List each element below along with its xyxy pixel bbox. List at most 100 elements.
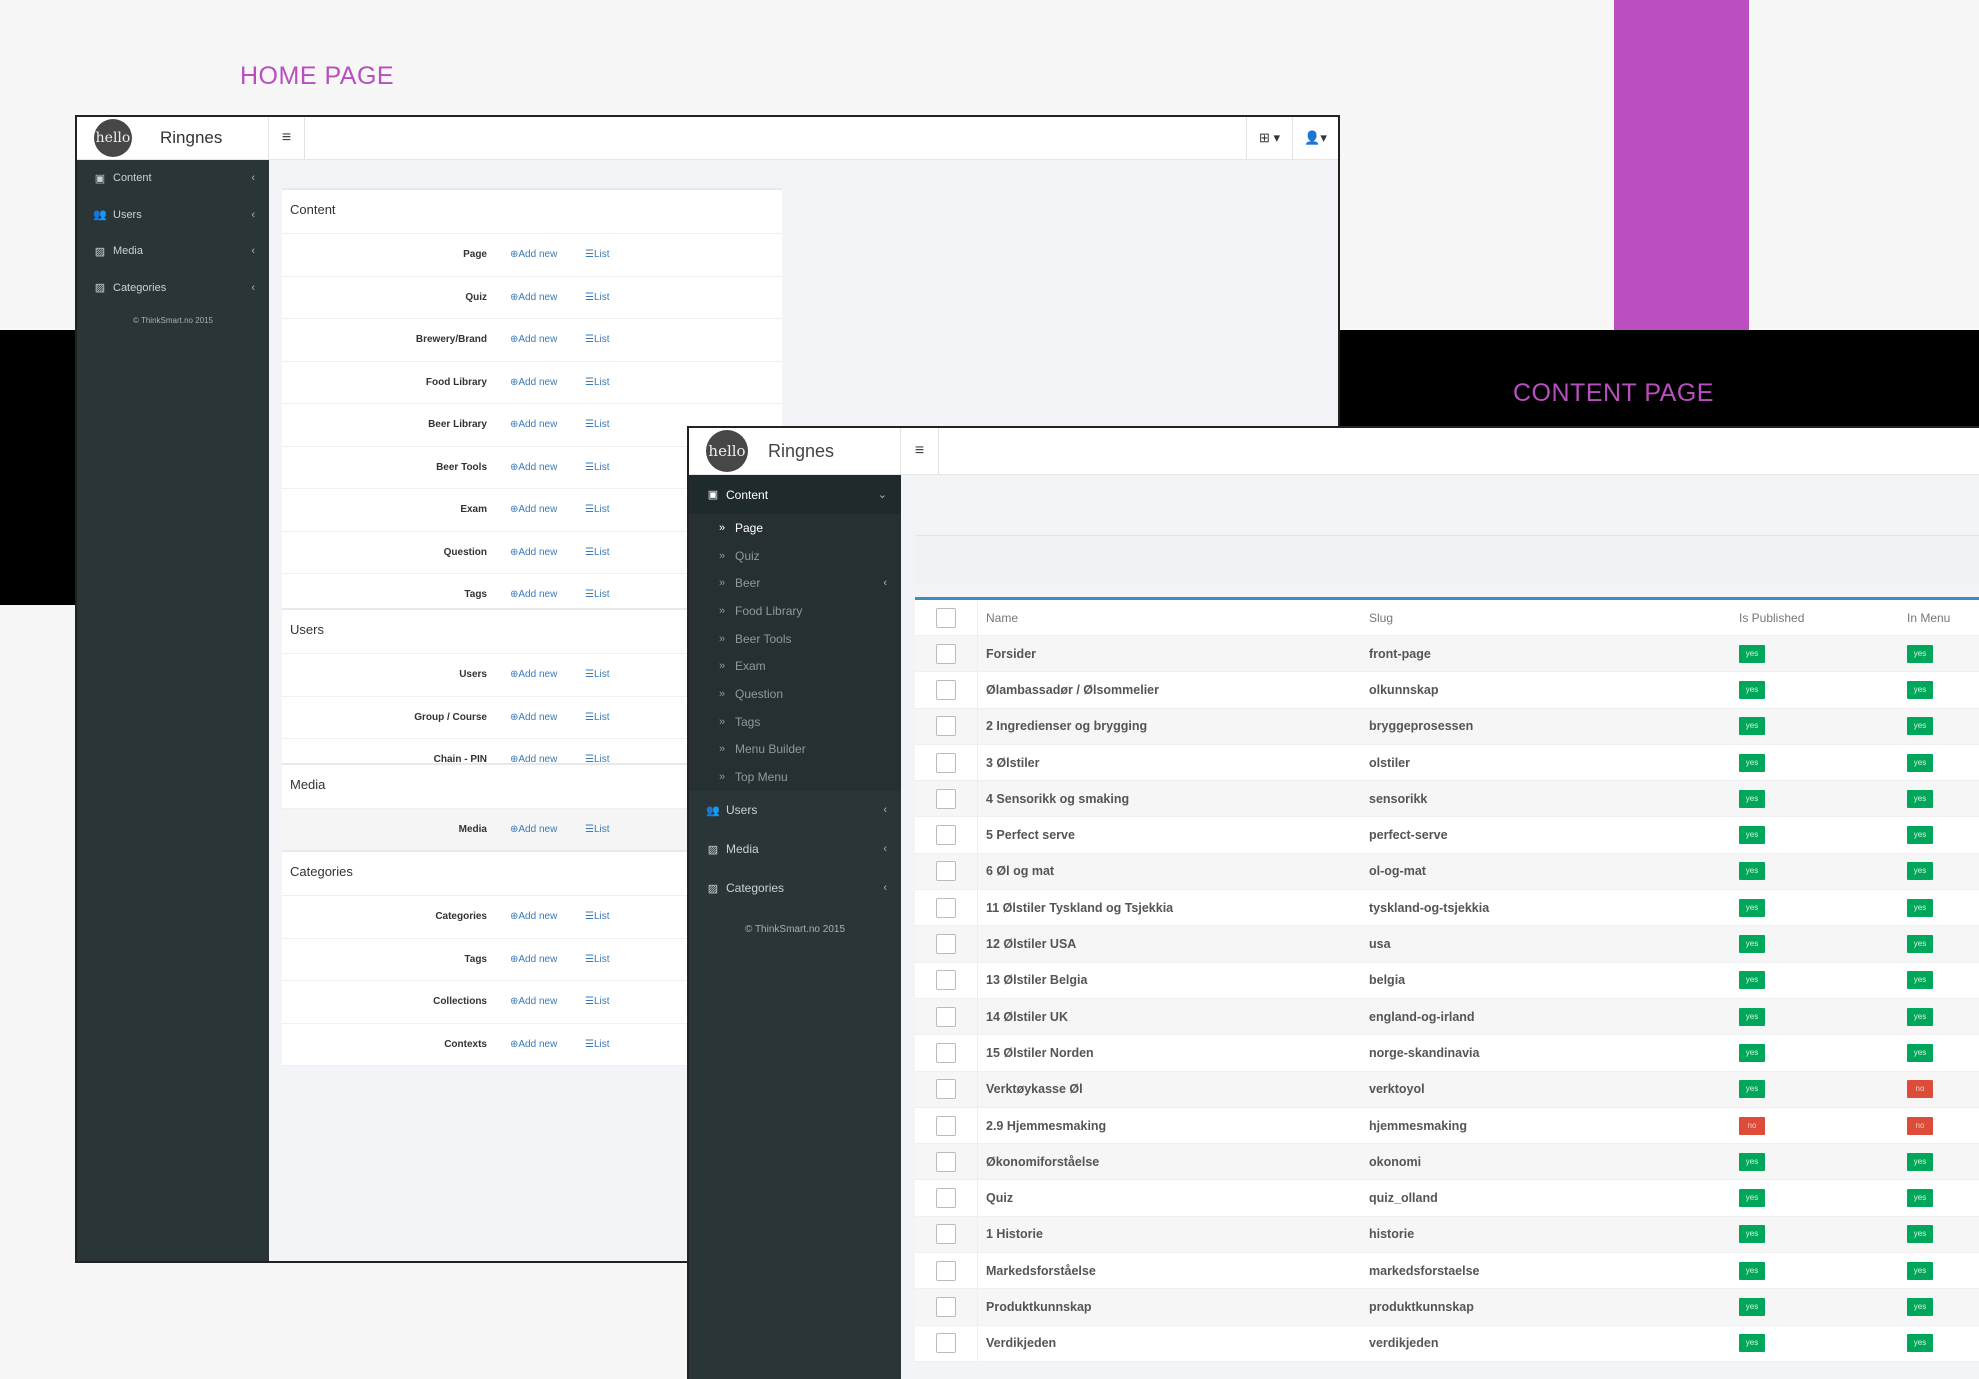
published-badge[interactable]: yes (1739, 898, 1765, 917)
page-name[interactable]: 4 Sensorikk og smaking (977, 781, 1361, 817)
page-name[interactable]: 5 Perfect serve (977, 817, 1361, 853)
in-menu-badge[interactable]: yes (1907, 717, 1933, 736)
table-row[interactable]: 13 Ølstiler Belgia belgia yes yes (915, 962, 1979, 999)
add-new-link[interactable]: ⊕Add new (510, 712, 585, 723)
published-badge[interactable]: yes (1739, 717, 1765, 736)
row-checkbox[interactable] (936, 1006, 956, 1027)
in-menu-badge[interactable]: yes (1907, 1334, 1933, 1353)
published-badge[interactable]: yes (1739, 826, 1765, 845)
published-badge[interactable]: yes (1739, 1334, 1765, 1353)
published-badge[interactable]: yes (1739, 1189, 1765, 1208)
published-badge[interactable]: no (1739, 1116, 1765, 1135)
published-badge[interactable]: yes (1739, 644, 1765, 663)
published-badge[interactable]: yes (1739, 1043, 1765, 1062)
published-badge[interactable]: yes (1739, 1297, 1765, 1316)
page-name[interactable]: 6 Øl og mat (977, 853, 1361, 890)
table-row[interactable]: 4 Sensorikk og smaking sensorikk yes yes (915, 781, 1979, 818)
table-row[interactable]: Økonomiforståelse okonomi yes yes (915, 1144, 1979, 1181)
list-link[interactable]: ☰List (585, 589, 610, 600)
list-link[interactable]: ☰List (585, 547, 610, 558)
list-link[interactable]: ☰List (585, 249, 610, 260)
row-checkbox[interactable] (936, 716, 956, 737)
in-menu-badge[interactable]: yes (1907, 1007, 1933, 1026)
sidebar-subitem-menu-builder[interactable]: » Menu Builder (689, 736, 901, 764)
list-link[interactable]: ☰List (585, 334, 610, 345)
table-row[interactable]: 2 Ingredienser og brygging bryggeprosesse… (915, 708, 1979, 745)
published-badge[interactable]: yes (1739, 1261, 1765, 1280)
in-menu-badge[interactable]: yes (1907, 1225, 1933, 1244)
in-menu-badge[interactable]: yes (1907, 1043, 1933, 1062)
sidebar-item-media[interactable]: ▨ Media ‹ (77, 233, 269, 270)
page-name[interactable]: 1 Historie (977, 1216, 1361, 1253)
sidebar-subitem-tags[interactable]: » Tags (689, 708, 901, 736)
page-name[interactable]: Markedsforståelse (977, 1253, 1361, 1289)
header-is-published[interactable]: Is Published (1731, 611, 1899, 625)
table-row[interactable]: 12 Ølstiler USA usa yes yes (915, 926, 1979, 963)
add-new-link[interactable]: ⊕Add new (510, 249, 585, 260)
table-row[interactable]: Quiz quiz_olland yes yes (915, 1180, 1979, 1217)
table-row[interactable]: Forsider front-page yes yes (915, 636, 1979, 673)
add-new-link[interactable]: ⊕Add new (510, 419, 585, 430)
select-all-checkbox[interactable] (936, 607, 956, 628)
page-name[interactable]: 2 Ingredienser og brygging (977, 708, 1361, 744)
published-badge[interactable]: yes (1739, 862, 1765, 881)
row-checkbox[interactable] (936, 970, 956, 991)
list-link[interactable]: ☰List (585, 462, 610, 473)
row-checkbox[interactable] (936, 1333, 956, 1354)
sidebar-item-users[interactable]: 👥 Users ‹ (689, 791, 901, 830)
in-menu-badge[interactable]: yes (1907, 680, 1933, 699)
add-new-link[interactable]: ⊕Add new (510, 589, 585, 600)
page-name[interactable]: Verktøykasse Øl (977, 1071, 1361, 1107)
add-new-link[interactable]: ⊕Add new (510, 334, 585, 345)
add-new-link[interactable]: ⊕Add new (510, 669, 585, 680)
row-checkbox[interactable] (936, 752, 956, 773)
published-badge[interactable]: yes (1739, 1152, 1765, 1171)
in-menu-badge[interactable]: yes (1907, 971, 1933, 990)
table-row[interactable]: 3 Ølstiler olstiler yes yes (915, 744, 1979, 782)
row-checkbox[interactable] (936, 1079, 956, 1100)
hamburger-icon[interactable]: ≡ (269, 117, 305, 159)
row-checkbox[interactable] (936, 679, 956, 700)
header-in-menu[interactable]: In Menu (1899, 611, 1979, 625)
row-checkbox[interactable] (936, 1151, 956, 1172)
in-menu-badge[interactable]: yes (1907, 862, 1933, 881)
in-menu-badge[interactable]: yes (1907, 1152, 1933, 1171)
list-link[interactable]: ☰List (585, 712, 610, 723)
page-name[interactable]: Ølambassadør / Ølsommelier (977, 672, 1361, 708)
table-row[interactable]: 1 Historie historie yes yes (915, 1216, 1979, 1254)
row-checkbox[interactable] (936, 643, 956, 664)
in-menu-badge[interactable]: yes (1907, 935, 1933, 954)
sidebar-subitem-quiz[interactable]: » Quiz (689, 542, 901, 570)
page-name[interactable]: 11 Ølstiler Tyskland og Tsjekkia (977, 890, 1361, 926)
in-menu-badge[interactable]: yes (1907, 1297, 1933, 1316)
add-new-link[interactable]: ⊕Add new (510, 954, 585, 965)
add-new-link[interactable]: ⊕Add new (510, 504, 585, 515)
row-checkbox[interactable] (936, 1260, 956, 1281)
header-name[interactable]: Name (977, 600, 1361, 635)
row-checkbox[interactable] (936, 1296, 956, 1317)
list-link[interactable]: ☰List (585, 292, 610, 303)
row-checkbox[interactable] (936, 1042, 956, 1063)
sidebar-item-users[interactable]: 👥 Users ‹ (77, 197, 269, 234)
table-row[interactable]: Ølambassadør / Ølsommelier olkunnskap yes y… (915, 672, 1979, 709)
sidebar-subitem-page[interactable]: » Page (689, 514, 901, 542)
plus-square-icon[interactable]: ⊞ ▾ (1246, 117, 1292, 159)
in-menu-badge[interactable]: yes (1907, 1189, 1933, 1208)
add-new-link[interactable]: ⊕Add new (510, 911, 585, 922)
list-link[interactable]: ☰List (585, 911, 610, 922)
list-link[interactable]: ☰List (585, 419, 610, 430)
row-checkbox[interactable] (936, 1224, 956, 1245)
add-new-link[interactable]: ⊕Add new (510, 547, 585, 558)
brand[interactable]: hello Ringnes (77, 117, 269, 159)
page-name[interactable]: Forsider (977, 636, 1361, 672)
page-name[interactable]: Produktkunnskap (977, 1289, 1361, 1325)
page-name[interactable]: 15 Ølstiler Norden (977, 1035, 1361, 1071)
table-row[interactable]: 5 Perfect serve perfect-serve yes yes (915, 817, 1979, 854)
list-link[interactable]: ☰List (585, 954, 610, 965)
list-link[interactable]: ☰List (585, 504, 610, 515)
in-menu-badge[interactable]: yes (1907, 789, 1933, 808)
brand[interactable]: hello Ringnes (689, 428, 901, 474)
row-checkbox[interactable] (936, 861, 956, 882)
header-slug[interactable]: Slug (1361, 611, 1731, 625)
sidebar-subitem-beer[interactable]: » Beer ‹ (689, 569, 901, 597)
